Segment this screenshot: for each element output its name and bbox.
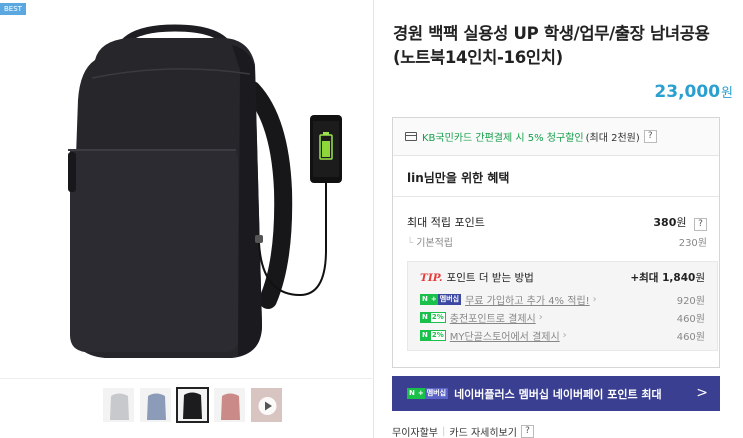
basic-points-row: 기본적립 230원 — [407, 234, 707, 249]
card-benefit-text: KB국민카드 간편결제 시 5% 청구할인 — [422, 133, 584, 144]
naver-membership-badge: N + 멤버십 — [420, 294, 462, 305]
tip-item-link[interactable]: 무료 가입하고 추가 4% 적립! — [465, 292, 590, 307]
tip-item-link[interactable]: 충전포인트로 결제시 — [450, 310, 536, 325]
installment-row: 무이자할부 | 카드 자세히보기 ? — [392, 424, 534, 438]
tip-label: TIP. — [420, 272, 443, 284]
tip-heading-row: TIP. 포인트 더 받는 방법 +최대 1,840원 — [420, 270, 705, 285]
price-value: 23,000 — [654, 82, 721, 102]
for-you-heading: lin님만을 위한 혜택 — [407, 171, 510, 185]
max-points-value: 380원 ? — [653, 214, 707, 231]
tip-item-charge-points[interactable]: N 2% 충전포인트로 결제시 › 460원 — [420, 310, 705, 325]
credit-card-icon — [405, 132, 417, 141]
naver-membership-badge: N + 멤버십 — [407, 388, 449, 399]
product-main-image[interactable]: BEST — [0, 0, 372, 378]
tip-item-link[interactable]: MY단골스토어에서 결제시 — [450, 328, 560, 343]
product-title: 경원 백팩 실용성 UP 학생/업무/출장 남녀공용 (노트북14인치-16인치… — [393, 24, 710, 67]
thumbnail-black[interactable] — [176, 387, 209, 423]
max-points-row: 최대 적립 포인트 380원 ? — [407, 214, 707, 231]
thumbnail-gray[interactable] — [102, 387, 135, 423]
tip-item-membership[interactable]: N + 멤버십 무료 가입하고 추가 4% 적립! › 920원 — [420, 292, 705, 307]
max-points-label: 최대 적립 포인트 — [407, 216, 485, 229]
installment-label: 무이자할부 — [392, 428, 438, 438]
tip-box: TIP. 포인트 더 받는 방법 +최대 1,840원 N + 멤버십 무료 가입하고… — [407, 261, 718, 351]
chevron-right-icon: › — [562, 330, 567, 341]
product-image-panel: BEST — [0, 0, 374, 438]
best-badge: BEST — [0, 3, 26, 15]
naver-plus-banner[interactable]: N + 멤버십 네이버플러스 멤버십 네이버페이 포인트 최대 > — [392, 376, 720, 411]
tip-item-my-store[interactable]: N 2% MY단골스토어에서 결제시 › 460원 — [420, 328, 705, 343]
chevron-right-icon: › — [592, 294, 597, 305]
benefit-box: KB국민카드 간편결제 시 5% 청구할인 (최대 2천원) ? lin님만을 … — [392, 117, 720, 368]
separator: | — [442, 426, 446, 437]
tip-item-value: 460원 — [676, 332, 705, 343]
naver-2pct-badge: N 2% — [420, 330, 446, 341]
card-help-button[interactable]: ? — [643, 130, 657, 143]
tip-max-extra: +최대 1,840원 — [630, 272, 705, 284]
tip-item-value: 920원 — [676, 296, 705, 307]
product-info-panel: 경원 백팩 실용성 UP 학생/업무/출장 남녀공용 (노트북14인치-16인치… — [375, 0, 743, 438]
points-help-button[interactable]: ? — [694, 218, 707, 231]
tip-heading: 포인트 더 받는 방법 — [446, 272, 534, 284]
backpack-image — [68, 24, 342, 358]
chevron-right-icon: › — [538, 312, 543, 323]
naver-2pct-badge: N 2% — [420, 312, 446, 323]
thumbnail-pink[interactable] — [213, 387, 246, 423]
basic-points-value: 230원 — [678, 238, 707, 249]
thumbnail-blue[interactable] — [139, 387, 172, 423]
divider — [0, 378, 372, 379]
divider — [393, 196, 719, 197]
card-benefit-sub: (최대 2천원) — [585, 133, 640, 144]
thumbnail-strip — [102, 387, 283, 423]
naver-plus-banner-text: 네이버플러스 멤버십 네이버페이 포인트 최대 — [454, 387, 662, 401]
price-unit: 원 — [721, 86, 733, 101]
card-detail-link[interactable]: 카드 자세히보기 — [449, 424, 517, 438]
chevron-right-icon: > — [696, 385, 708, 401]
tip-item-value: 460원 — [676, 314, 705, 325]
card-benefit-row[interactable]: KB국민카드 간편결제 시 5% 청구할인 (최대 2천원) ? — [393, 118, 719, 156]
basic-points-label: 기본적립 — [407, 234, 453, 249]
installment-help-button[interactable]: ? — [520, 425, 534, 438]
thumbnail-video[interactable] — [250, 387, 283, 423]
product-price: 23,000원 — [654, 82, 733, 102]
